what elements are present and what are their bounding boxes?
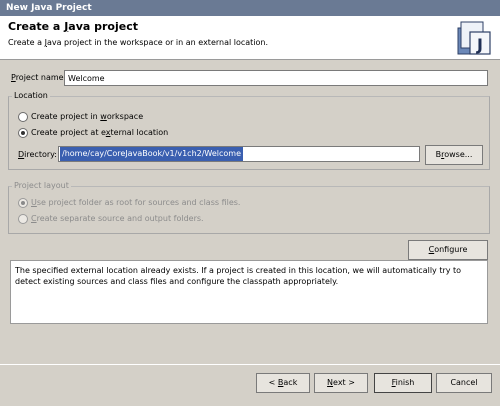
directory-label: Directory:: [18, 150, 57, 159]
project-layout-group-title: Project layout: [12, 181, 71, 190]
project-name-input[interactable]: [64, 70, 488, 86]
next-button[interactable]: Next >: [314, 373, 368, 393]
finish-button[interactable]: Finish: [374, 373, 432, 393]
cancel-button[interactable]: Cancel: [436, 373, 492, 393]
use-project-folder-radio[interactable]: [18, 198, 28, 208]
project-name-label: Project name:: [11, 73, 67, 82]
footer-separator: [0, 364, 500, 365]
wizard-header: Create a Java project Create a Java proj…: [0, 16, 500, 60]
location-group-title: Location: [12, 91, 50, 100]
use-project-folder-label: Use project folder as root for sources a…: [31, 198, 241, 207]
external-option-label: Create project at external location: [31, 128, 169, 137]
workspace-option-label: Create project in workspace: [31, 112, 144, 121]
external-location-radio[interactable]: [18, 128, 28, 138]
status-message: The specified external location already …: [10, 260, 488, 324]
page-subtitle: Create a Java project in the workspace o…: [8, 38, 269, 47]
separate-folders-radio[interactable]: [18, 214, 28, 224]
separate-folders-label: Create separate source and output folder…: [31, 214, 204, 223]
workspace-radio[interactable]: [18, 112, 28, 122]
window-title: New Java Project: [6, 3, 92, 13]
project-layout-group: [8, 186, 490, 234]
directory-value: /home/cay/CoreJavaBook/v1/v1ch2/Welcome: [60, 147, 244, 161]
window-titlebar: New Java Project: [0, 0, 500, 16]
browse-button[interactable]: Browse...: [425, 145, 483, 165]
page-title: Create a Java project: [8, 20, 138, 33]
back-button[interactable]: < Back: [256, 373, 310, 393]
java-icon-letter: J: [476, 35, 483, 54]
java-project-icon: J: [457, 21, 491, 55]
configure-defaults-button[interactable]: Configure Defaults...: [408, 240, 488, 272]
